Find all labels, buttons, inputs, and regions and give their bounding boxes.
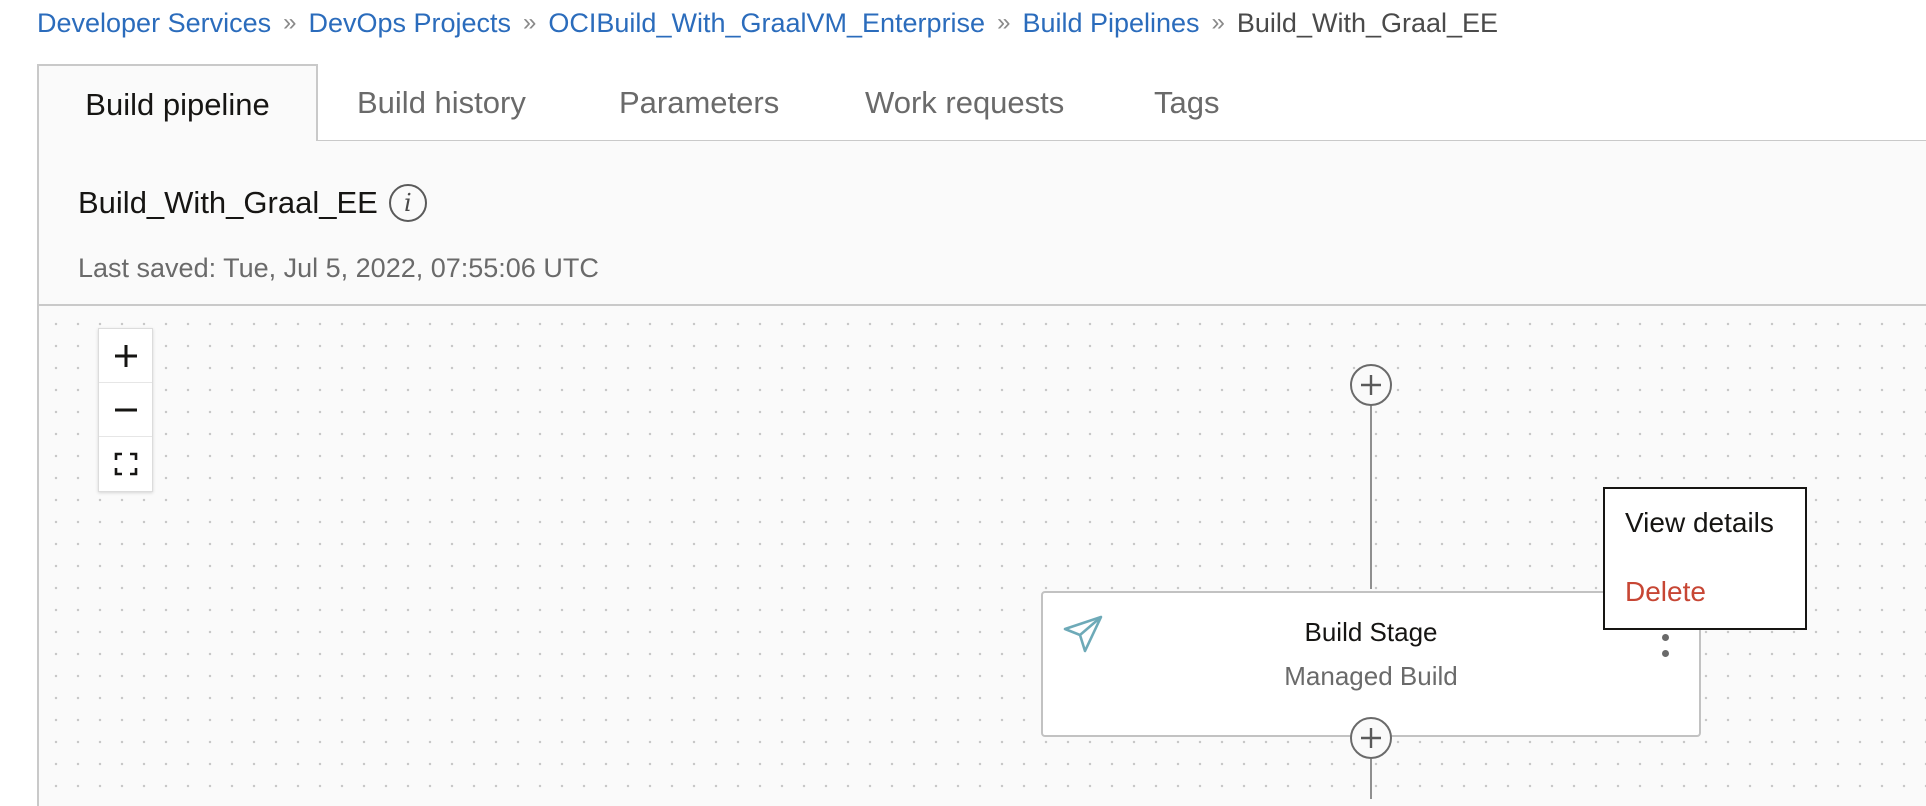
pipeline-title-row: Build_With_Graal_EE i <box>78 184 427 222</box>
menu-item-view-details[interactable]: View details <box>1625 507 1774 539</box>
stage-type: Managed Build <box>1284 661 1458 691</box>
add-stage-button-top[interactable] <box>1350 364 1392 406</box>
last-saved-text: Last saved: Tue, Jul 5, 2022, 07:55:06 U… <box>78 253 599 283</box>
zoom-controls <box>98 328 153 492</box>
breadcrumb-separator: » <box>1211 9 1225 36</box>
info-icon[interactable]: i <box>388 184 427 222</box>
fit-screen-button[interactable] <box>99 437 152 491</box>
connector-line <box>1370 759 1372 799</box>
plus-circle-icon <box>1361 375 1381 395</box>
breadcrumb-project[interactable]: OCIBuild_With_GraalVM_Enterprise <box>548 8 985 39</box>
tab-parameters[interactable]: Parameters <box>619 64 779 142</box>
zoom-in-button[interactable] <box>99 329 152 383</box>
stage-context-menu: View details Delete <box>1603 487 1807 630</box>
tab-build-history[interactable]: Build history <box>357 64 526 142</box>
tab-bar: Build pipeline Build history Parameters … <box>37 64 1926 144</box>
add-stage-button-bottom[interactable] <box>1350 717 1392 759</box>
breadcrumb-current: Build_With_Graal_EE <box>1236 7 1499 38</box>
fit-screen-icon <box>114 452 137 476</box>
breadcrumb: Developer Services » DevOps Projects » O… <box>37 6 1498 40</box>
stage-name: Build Stage <box>1304 617 1438 647</box>
breadcrumb-separator: » <box>283 9 297 36</box>
breadcrumb-separator: » <box>523 9 537 36</box>
breadcrumb-developer-services[interactable]: Developer Services <box>37 8 271 39</box>
pipeline-title: Build_With_Graal_EE <box>78 185 378 220</box>
build-stage-card[interactable]: Build Stage Managed Build <box>1041 591 1701 737</box>
breadcrumb-build-pipelines[interactable]: Build Pipelines <box>1022 8 1199 39</box>
breadcrumb-devops-projects[interactable]: DevOps Projects <box>308 8 511 39</box>
tab-work-requests[interactable]: Work requests <box>865 64 1064 142</box>
connector-line <box>1370 384 1372 589</box>
breadcrumb-separator: » <box>997 9 1011 36</box>
tab-tags[interactable]: Tags <box>1154 64 1219 142</box>
pipeline-header: Build_With_Graal_EE i Last saved: Tue, J… <box>39 141 1926 306</box>
pipeline-panel: Build_With_Graal_EE i Last saved: Tue, J… <box>37 141 1926 806</box>
plus-circle-icon <box>1361 728 1381 748</box>
menu-item-delete[interactable]: Delete <box>1625 576 1706 608</box>
minus-icon <box>114 408 137 411</box>
zoom-out-button[interactable] <box>99 383 152 437</box>
plus-icon <box>114 344 137 367</box>
tab-build-pipeline[interactable]: Build pipeline <box>37 64 318 144</box>
